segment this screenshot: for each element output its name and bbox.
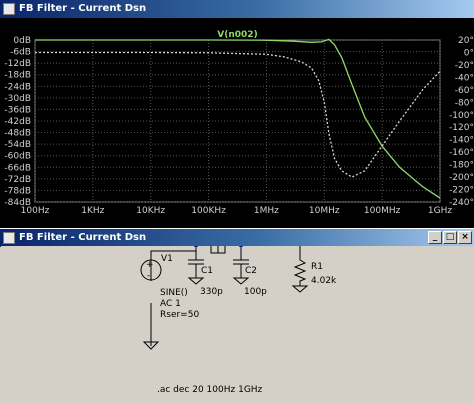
x-tick-label: 10MHz (309, 206, 340, 216)
y-tick-label: -48dB (4, 129, 31, 139)
y2-tick-label: 20° (458, 36, 474, 46)
y-tick-label: -42dB (4, 117, 31, 127)
bode-plot[interactable]: 100Hz 1KHz 10KHz 100KHz 1MHz 10MHz 100MHz 1GHz 0… (0, 18, 474, 228)
y-tick-label: -36dB (4, 105, 31, 115)
c2-capacitor-symbol[interactable] (232, 246, 250, 285)
schematic-svg: + - V1 SINE() AC 1 Rser=50 C1 330p C2 10… (140, 246, 337, 395)
plot-window: FB Filter - Current Dsn 100Hz 1KHz 10KHz 10… (0, 0, 474, 228)
schematic-canvas[interactable]: + - V1 SINE() AC 1 Rser=50 C1 330p C2 10… (1, 246, 473, 403)
x-tick-label: 100MHz (364, 206, 401, 216)
y2-tick-label: -120° (449, 123, 474, 133)
maximize-button[interactable]: □ (443, 231, 457, 244)
y2-tick-label: -60° (455, 86, 474, 96)
y2-tick-label: -140° (449, 136, 474, 146)
c1-value: 330p (200, 287, 223, 297)
y2-tick-label: -40° (455, 73, 474, 83)
y-tick-label: -66dB (4, 163, 31, 173)
y-tick-label: -12dB (4, 59, 31, 69)
svg-text:-: - (147, 271, 150, 281)
y-tick-label: -78dB (4, 186, 31, 196)
y2-tick-label: -240° (449, 198, 474, 208)
v1-param-ac: AC 1 (160, 299, 181, 309)
y2-tick-label: -180° (449, 161, 474, 171)
plot-window-title: FB Filter - Current Dsn (19, 3, 147, 14)
y-tick-label: -30dB (4, 94, 31, 104)
y-tick-label: -60dB (4, 152, 31, 162)
y-tick-label: -84dB (4, 198, 31, 208)
trace-label-v-n002[interactable]: V(n002) (217, 30, 257, 40)
y2-tick-label: -80° (455, 98, 474, 108)
v1-source-symbol[interactable]: + - (140, 259, 162, 281)
v1-param-rser: Rser=50 (160, 310, 199, 320)
x-tick-label: 100KHz (191, 206, 226, 216)
c1-label: C1 (201, 266, 213, 276)
minimize-button[interactable]: _ (428, 231, 442, 244)
v1-label: V1 (161, 254, 173, 264)
schematic-window-title: FB Filter - Current Dsn (19, 232, 147, 243)
svg-text:+: + (146, 260, 154, 270)
y2-tick-label: -100° (449, 111, 474, 121)
r1-value: 4.02k (311, 276, 337, 286)
r1-resistor-symbol[interactable] (291, 254, 309, 293)
c2-label: C2 (245, 266, 257, 276)
y2-tick-label: -220° (449, 186, 474, 196)
y-tick-label: -24dB (4, 82, 31, 92)
l1-inductor-symbol[interactable] (210, 246, 226, 254)
y2-tick-label: -200° (449, 173, 474, 183)
schematic-window-titlebar[interactable]: FB Filter - Current Dsn _ □ × (0, 229, 474, 247)
x-tick-label: 10KHz (136, 206, 165, 216)
y-tick-label: -72dB (4, 175, 31, 185)
wire-v1-top (150, 250, 196, 281)
app-icon (3, 3, 15, 15)
y-tick-label: -6dB (10, 48, 31, 58)
x-tick-label: 1MHz (254, 206, 279, 216)
bode-plot-svg: 100Hz 1KHz 10KHz 100KHz 1MHz 10MHz 100MHz 1GHz0… (4, 30, 474, 216)
y-tick-label: -54dB (4, 140, 31, 150)
spice-directive: .ac dec 20 100Hz 1GHz (157, 385, 263, 395)
plot-window-titlebar[interactable]: FB Filter - Current Dsn (0, 0, 474, 18)
y2-tick-label: 0° (464, 48, 474, 58)
wire-c2-r1 (299, 246, 301, 254)
c1-capacitor-symbol[interactable] (187, 246, 205, 285)
c2-value: 100p (244, 287, 267, 297)
close-button[interactable]: × (458, 231, 472, 244)
v1-param-waveform: SINE() (160, 288, 188, 298)
ground-symbol (142, 336, 160, 350)
app-icon (3, 232, 15, 244)
y2-tick-label: -20° (455, 61, 474, 71)
y-tick-label: 0dB (13, 36, 31, 46)
x-tick-label: 1KHz (81, 206, 104, 216)
y-tick-label: -18dB (4, 71, 31, 81)
phase-trace[interactable] (35, 51, 441, 178)
r1-label: R1 (311, 262, 323, 272)
y2-tick-label: -160° (449, 148, 474, 158)
